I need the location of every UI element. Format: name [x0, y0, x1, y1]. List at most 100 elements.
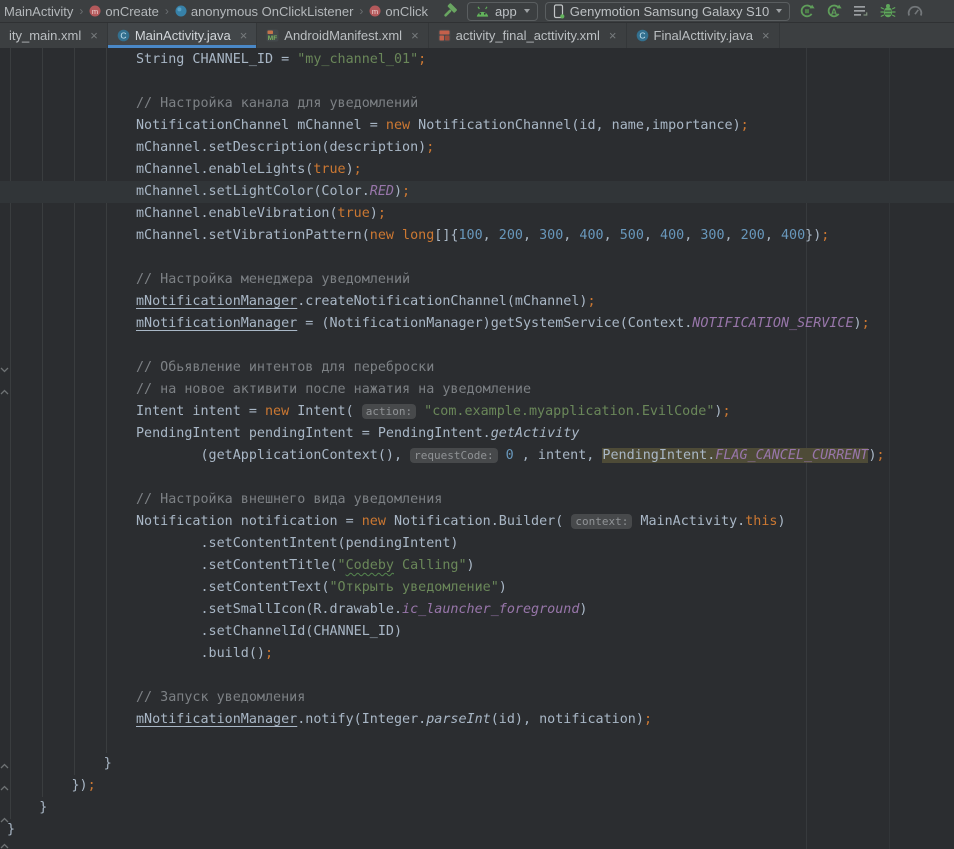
code-token: // Настройка канала для уведомлений — [7, 96, 418, 111]
debug-bug-icon[interactable] — [878, 1, 898, 21]
tab-mainactivity-java[interactable]: CMainActivity.java× — [108, 23, 257, 48]
tab-activity-final-acttivity-xml[interactable]: activity_final_acttivity.xml× — [429, 23, 627, 48]
code-line[interactable]: mChannel.enableLights(true); — [0, 159, 954, 181]
code-token: requestCode: — [410, 448, 497, 463]
breadcrumb-item[interactable]: anonymous OnClickListener — [173, 4, 356, 19]
run-configuration-selector[interactable]: app — [467, 2, 538, 21]
tab-close-icon[interactable]: × — [411, 29, 419, 42]
code-line[interactable]: } — [0, 753, 954, 775]
code-line[interactable]: mChannel.setVibrationPattern(new long[]{… — [0, 225, 954, 247]
breadcrumb-item[interactable]: monClick — [367, 4, 430, 19]
code-token — [416, 404, 424, 419]
code-line[interactable]: (getApplicationContext(), requestCode: 0… — [0, 445, 954, 467]
java-class-icon: C — [117, 29, 130, 42]
manifest-icon: MF — [266, 29, 279, 42]
tab-label: FinalActtivity.java — [654, 28, 753, 43]
code-token: ; — [644, 712, 652, 727]
code-line[interactable] — [0, 71, 954, 93]
code-line[interactable]: .setChannelId(CHANNEL_ID) — [0, 621, 954, 643]
code-token: new — [370, 228, 394, 243]
code-line[interactable]: mNotificationManager = (NotificationMana… — [0, 313, 954, 335]
code-line[interactable]: Intent intent = new Intent( action: "com… — [0, 401, 954, 423]
code-token: NotificationChannel(id, name,importance) — [410, 118, 741, 133]
code-line[interactable] — [0, 665, 954, 687]
code-token: Calling" — [394, 558, 467, 573]
code-token: new — [386, 118, 410, 133]
code-token: 100 — [458, 228, 482, 243]
code-line[interactable] — [0, 247, 954, 269]
code-line[interactable]: NotificationChannel mChannel = new Notif… — [0, 115, 954, 137]
method-icon: m — [369, 5, 381, 17]
xml-layout-icon — [438, 29, 451, 42]
code-line[interactable]: } — [0, 819, 954, 841]
device-selector[interactable]: Genymotion Samsung Galaxy S10 — [545, 2, 790, 21]
breadcrumb-item[interactable]: MainActivity — [2, 4, 75, 19]
anonymous-class-icon — [175, 5, 187, 17]
ide-window: MainActivity›monCreate›anonymous OnClick… — [0, 0, 954, 849]
code-line-current[interactable]: mChannel.setLightColor(Color.RED); — [0, 181, 954, 203]
svg-text:m: m — [92, 7, 98, 16]
code-line[interactable]: .setContentIntent(pendingIntent) — [0, 533, 954, 555]
code-line[interactable] — [0, 731, 954, 753]
code-token: .setSmallIcon(R.drawable. — [7, 602, 402, 617]
code-token: NOTIFICATION_SERVICE — [692, 316, 853, 331]
code-token: ; — [88, 778, 96, 793]
code-line[interactable]: // Обьявление интентов для переброски — [0, 357, 954, 379]
tab-close-icon[interactable]: × — [762, 29, 770, 42]
code-line[interactable]: mChannel.enableVibration(true); — [0, 203, 954, 225]
code-token: Notification.Builder( — [386, 514, 571, 529]
code-line[interactable]: mNotificationManager.createNotificationC… — [0, 291, 954, 313]
code-line[interactable]: // Запуск уведомления — [0, 687, 954, 709]
svg-text:A: A — [831, 7, 838, 17]
code-editor[interactable]: String CHANNEL_ID = "my_channel_01"; // … — [0, 48, 954, 849]
code-token: NotificationChannel mChannel = — [7, 118, 386, 133]
code-token: ) — [467, 558, 475, 573]
toolbar-actions: app Genymotion Samsung Galaxy S10 A — [440, 1, 925, 21]
method-icon: m — [89, 5, 101, 17]
code-line[interactable]: }); — [0, 775, 954, 797]
code-line[interactable]: // на новое активити после нажатия на ув… — [0, 379, 954, 401]
code-line[interactable]: // Настройка канала для уведомлений — [0, 93, 954, 115]
tab-close-icon[interactable]: × — [609, 29, 617, 42]
code-line[interactable] — [0, 335, 954, 357]
code-line[interactable]: .setContentText("Открыть уведомление") — [0, 577, 954, 599]
tab-close-icon[interactable]: × — [240, 29, 248, 42]
tab-ity-main-xml[interactable]: ity_main.xml× — [0, 23, 108, 48]
apply-code-changes-icon[interactable]: A — [824, 1, 844, 21]
build-hammer-icon[interactable] — [440, 1, 460, 21]
code-line[interactable]: // Настройка внешнего вида уведомления — [0, 489, 954, 511]
code-token — [498, 448, 506, 463]
code-token: "Открыть уведомление" — [329, 580, 498, 595]
code-line[interactable]: PendingIntent pendingIntent = PendingInt… — [0, 423, 954, 445]
apply-changes-restart-icon[interactable] — [797, 1, 817, 21]
code-line[interactable]: mChannel.setDescription(description); — [0, 137, 954, 159]
breadcrumb-item[interactable]: monCreate — [87, 4, 160, 19]
tab-androidmanifest-xml[interactable]: MFAndroidManifest.xml× — [257, 23, 428, 48]
code-token: true — [313, 162, 345, 177]
profiler-icon[interactable] — [905, 1, 925, 21]
code-area[interactable]: String CHANNEL_ID = "my_channel_01"; // … — [0, 49, 954, 841]
code-token: }) — [7, 778, 88, 793]
code-token: mNotificationManager — [136, 712, 297, 727]
code-token: " — [338, 558, 346, 573]
tab-finalacttivity-java[interactable]: CFinalActtivity.java× — [627, 23, 780, 48]
code-token: mChannel.setVibrationPattern( — [7, 228, 370, 243]
list-icon[interactable] — [851, 1, 871, 21]
code-line[interactable]: // Настройка менеджера уведомлений — [0, 269, 954, 291]
tab-close-icon[interactable]: × — [90, 29, 98, 42]
code-line[interactable] — [0, 467, 954, 489]
code-line[interactable]: String CHANNEL_ID = "my_channel_01"; — [0, 49, 954, 71]
code-line[interactable]: Notification notification = new Notifica… — [0, 511, 954, 533]
code-token: ) — [346, 162, 354, 177]
code-line[interactable]: } — [0, 797, 954, 819]
code-line[interactable]: .setSmallIcon(R.drawable.ic_launcher_for… — [0, 599, 954, 621]
code-line[interactable]: mNotificationManager.notify(Integer.pars… — [0, 709, 954, 731]
breadcrumb-separator: › — [359, 4, 363, 18]
code-line[interactable]: .build(); — [0, 643, 954, 665]
code-token: ) — [854, 316, 862, 331]
code-line[interactable]: .setContentTitle("Codeby Calling") — [0, 555, 954, 577]
code-token: , — [765, 228, 781, 243]
run-configuration-label: app — [495, 4, 517, 19]
code-token: 200 — [499, 228, 523, 243]
code-token: PendingIntent pendingIntent = PendingInt… — [7, 426, 491, 441]
